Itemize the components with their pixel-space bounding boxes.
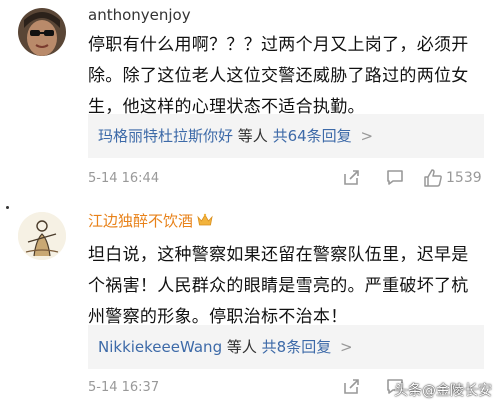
comment-meta: 5-14 16:44 1539 xyxy=(88,168,484,190)
username[interactable]: anthonyenjoy xyxy=(88,6,191,24)
reply-count-link[interactable]: 共8条回复 xyxy=(262,338,332,356)
timestamp: 5-14 16:37 xyxy=(88,380,160,395)
reply-preview[interactable]: 玛格丽特杜拉斯你好 等人 共64条回复 > xyxy=(88,114,484,158)
reply-count-link[interactable]: 共64条回复 xyxy=(273,127,352,145)
share-icon[interactable] xyxy=(342,168,360,190)
reply-connector: 等人 xyxy=(237,127,268,145)
username[interactable]: 江边独醉不饮酒 xyxy=(88,212,213,231)
reply-preview[interactable]: NikkiekeeeWang 等人 共8条回复 > xyxy=(88,325,484,369)
reply-users[interactable]: NikkiekeeeWang xyxy=(98,338,222,356)
share-icon[interactable] xyxy=(342,377,360,399)
watermark: 头条@金陵长安 xyxy=(394,383,492,399)
stray-dot xyxy=(6,206,9,209)
comment-text: 停职有什么用啊？？？过两个月又上岗了，必须开除。除了这位老人这位交警还威胁了路过… xyxy=(88,35,469,117)
comment-icon[interactable] xyxy=(386,168,404,190)
timestamp: 5-14 16:44 xyxy=(88,171,160,186)
reply-users[interactable]: 玛格丽特杜拉斯你好 xyxy=(98,127,233,145)
avatar[interactable] xyxy=(18,8,66,56)
chevron-right-icon: > xyxy=(360,127,374,145)
reply-connector: 等人 xyxy=(226,338,257,356)
crown-icon xyxy=(197,213,213,231)
username-text[interactable]: 江边独醉不饮酒 xyxy=(88,212,193,230)
chevron-right-icon: > xyxy=(340,338,353,356)
comment-text: 坦白说，这种警察如果还留在警察队伍里，迟早是个祸害！人民群众的眼睛是雪亮的。严重… xyxy=(88,245,469,327)
avatar-image xyxy=(18,212,66,260)
like-count: 1539 xyxy=(446,170,482,186)
avatar-image xyxy=(18,8,66,56)
avatar[interactable] xyxy=(18,212,66,260)
like-icon[interactable] xyxy=(423,168,443,192)
